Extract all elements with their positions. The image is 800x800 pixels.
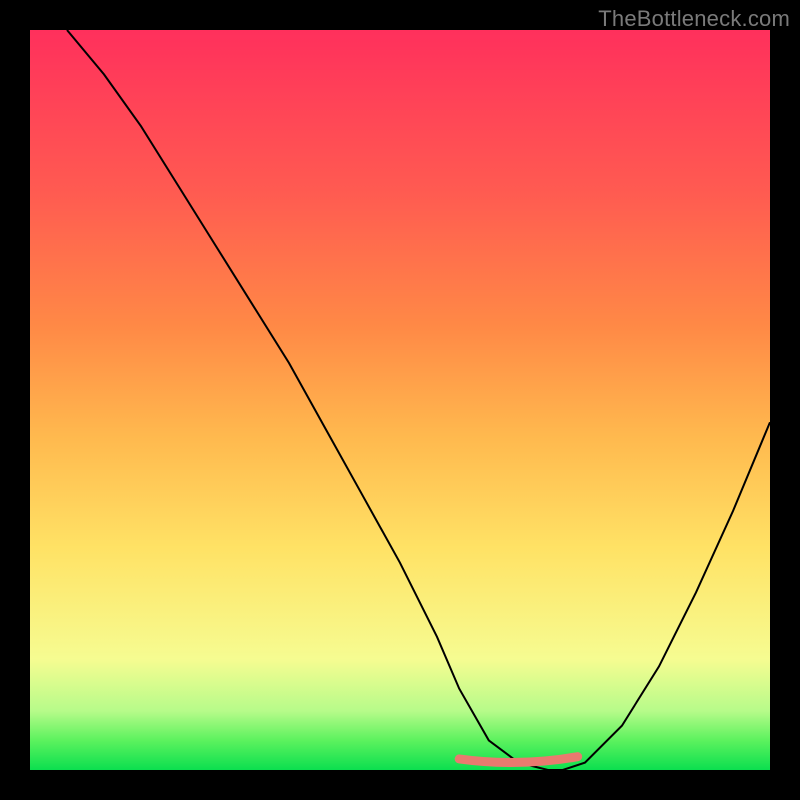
curve-line [67, 30, 770, 770]
marker-band [459, 757, 577, 763]
chart-svg [30, 30, 770, 770]
watermark-text: TheBottleneck.com [598, 6, 790, 32]
